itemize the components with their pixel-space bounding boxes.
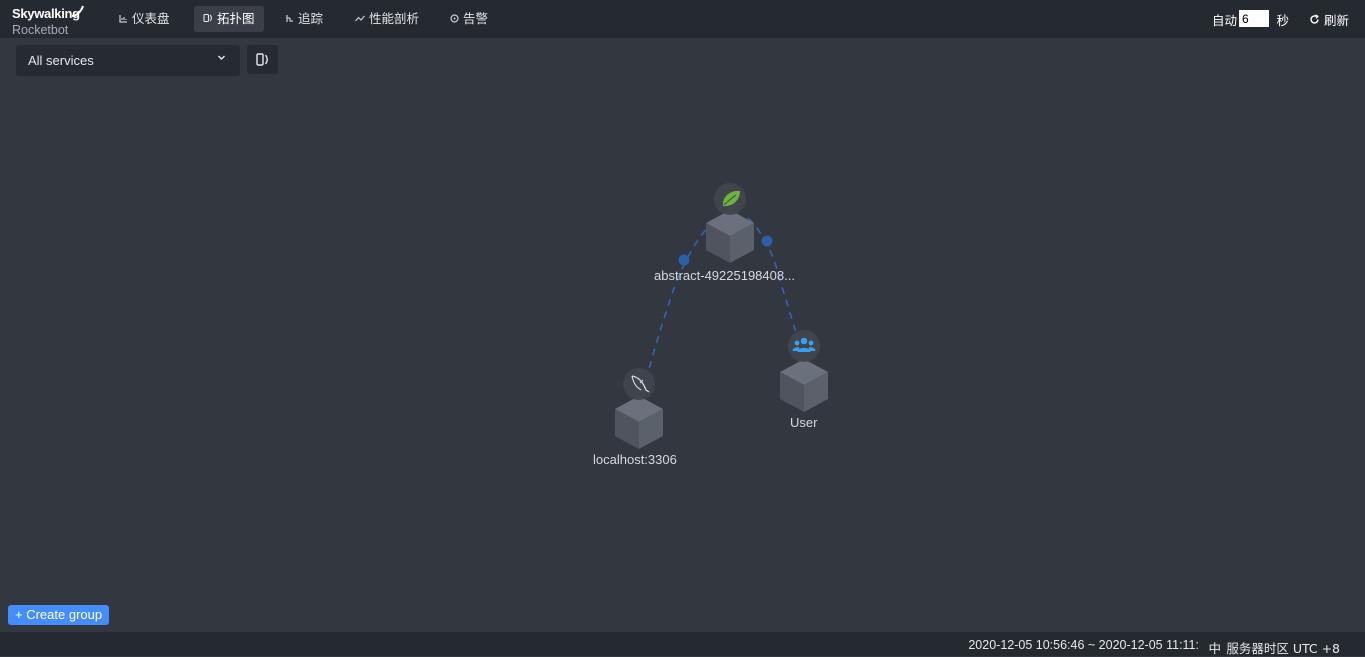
server-timezone: 服务器时区 UTC +8 [1226,641,1340,656]
service-select[interactable]: All services [16,45,240,76]
nav-item-label: 仪表盘 [132,11,170,26]
alarm-icon [450,8,459,34]
node-label-mysql: localhost:3306 [593,452,677,467]
top-bar: Skywalking Rocketbot 仪表盘 拓扑图 追踪 性能剖析 告警 … [0,0,1365,38]
node-label-user: User [790,415,818,430]
profile-icon [355,8,365,34]
topology-icon [256,53,268,66]
logo[interactable]: Skywalking Rocketbot [12,5,92,37]
nav-item-label: 性能剖析 [369,11,420,26]
nav-item-profile[interactable]: 性能剖析 [346,6,428,32]
nav-item-alarm[interactable]: 告警 [441,6,497,32]
nav-item-label: 拓扑图 [217,11,255,26]
cube-icon [615,396,663,449]
seconds-label: 秒 [1276,13,1289,28]
logo-subtitle: Rocketbot [12,23,69,37]
node-label-abstract: abstract-49225198408... [654,268,795,283]
topology-canvas[interactable] [0,76,1365,632]
trace-icon [285,8,294,34]
edge-abstract-to-mysql[interactable] [641,219,715,396]
service-select-value: All services [28,53,94,68]
nav-item-label: 告警 [463,11,489,26]
topology-node-abstract[interactable] [706,183,754,263]
auto-refresh-toggle[interactable]: 自动 [1212,10,1237,29]
cube-icon [780,359,828,412]
refresh-icon [1309,14,1320,28]
logo-swoosh-icon [71,5,84,17]
chevron-down-icon [217,53,226,65]
dashboard-icon [119,8,128,34]
nav-item-topology[interactable]: 拓扑图 [194,6,264,32]
edge-midpoint[interactable] [678,254,690,266]
refresh-label: 刷新 [1323,13,1349,28]
refresh-button[interactable]: 刷新 [1309,10,1349,29]
refresh-interval-input[interactable] [1239,10,1269,27]
nav-item-dashboard[interactable]: 仪表盘 [110,6,179,32]
create-group-button[interactable]: + Create group [8,605,110,625]
topology-layout-button[interactable] [247,45,278,74]
topology-node-mysql[interactable] [615,368,663,449]
nav-item-trace[interactable]: 追踪 [276,6,332,32]
footer: 2020-12-05 10:56:46 ~ 2020-12-05 11:11: … [0,632,1365,656]
cube-icon [706,210,754,263]
time-range[interactable]: 2020-12-05 10:56:46 ~ 2020-12-05 11:11: [968,638,1199,652]
nav-item-label: 追踪 [298,11,324,26]
language-toggle[interactable]: 中 [1208,638,1221,657]
topology-node-user[interactable] [780,330,828,412]
topology-icon [203,8,213,34]
edge-midpoint[interactable] [761,235,773,247]
